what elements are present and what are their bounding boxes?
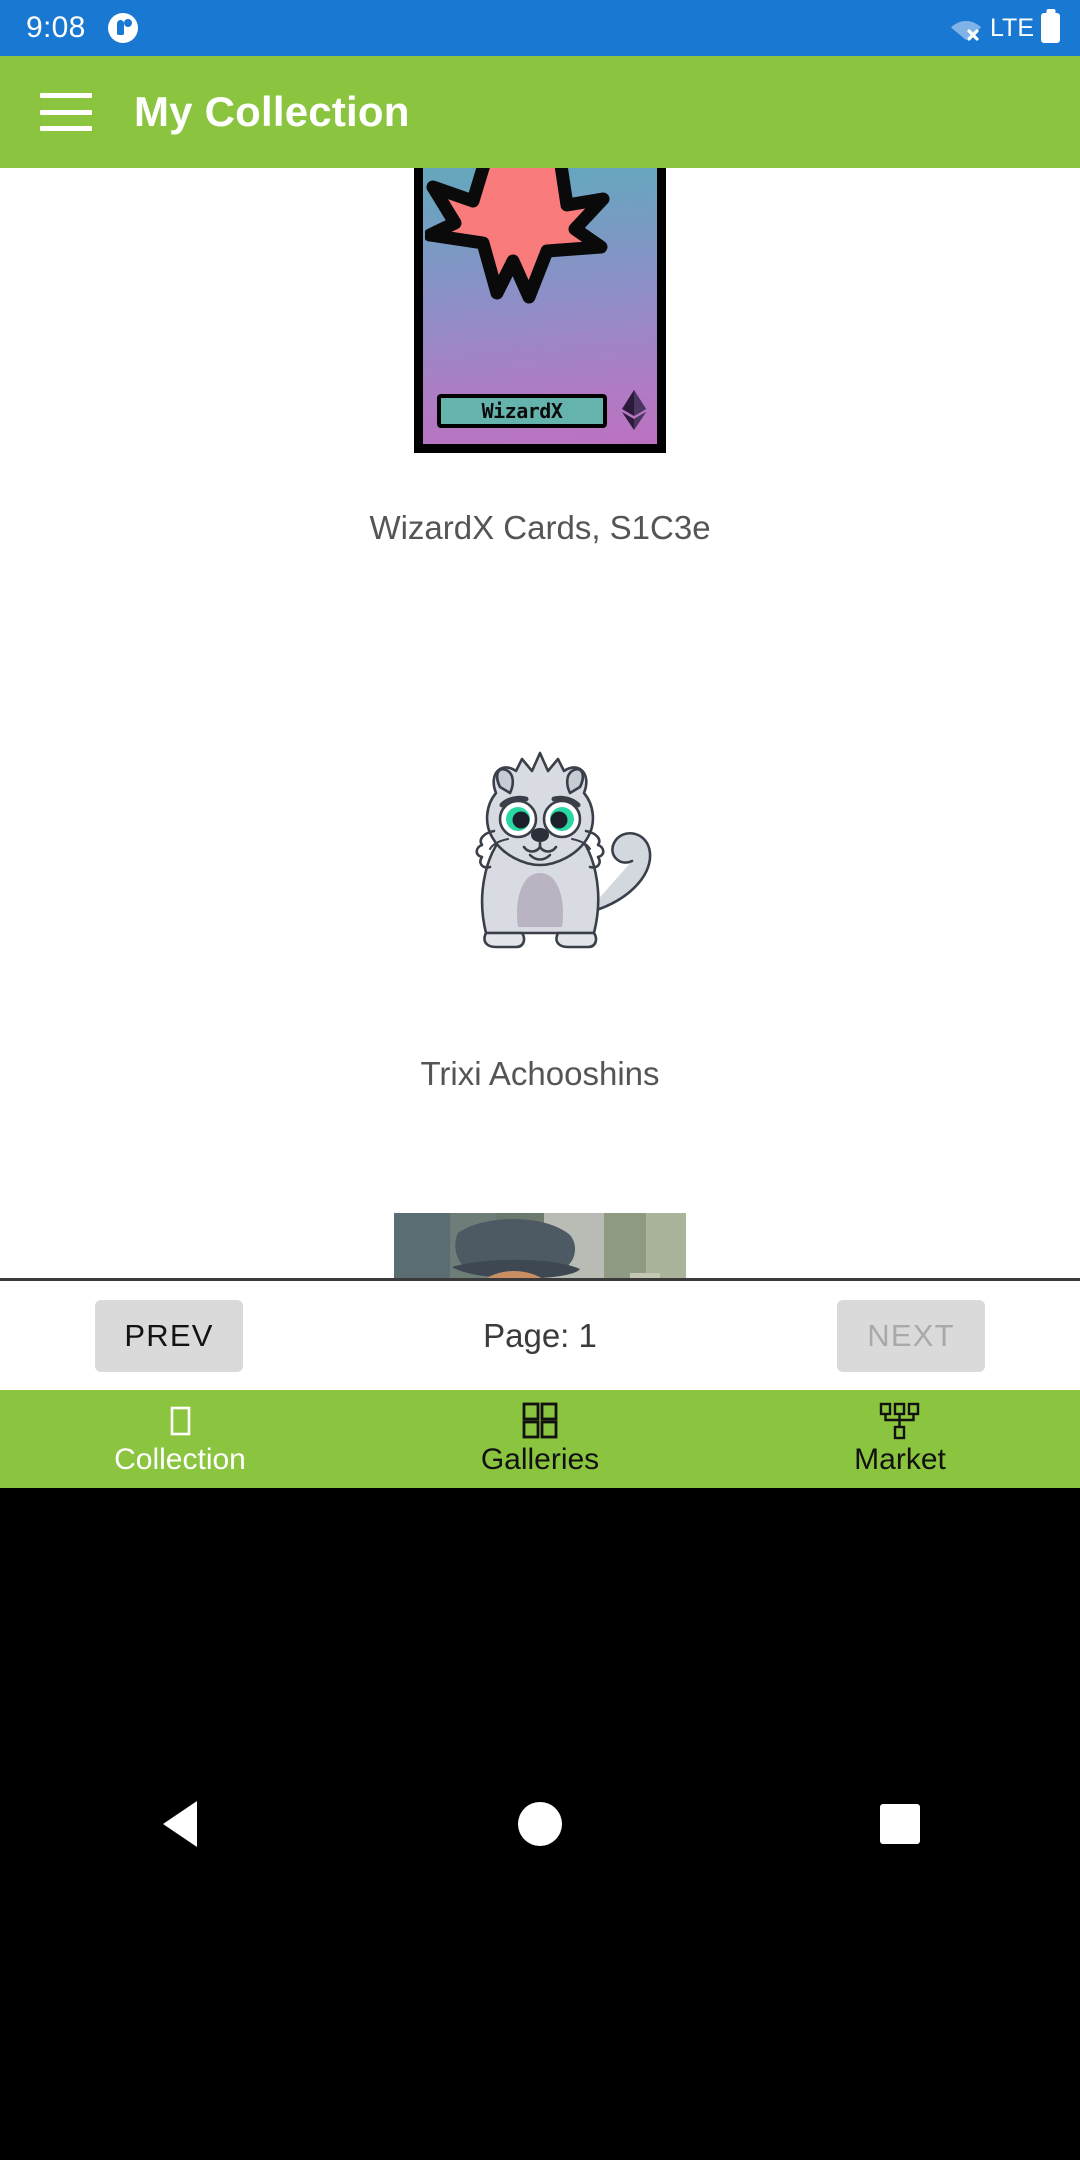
nav-item-galleries[interactable]: Galleries xyxy=(360,1390,720,1488)
list-item[interactable]: Trixi Achooshins xyxy=(0,687,1080,1093)
card-name-label: WizardX xyxy=(481,399,563,423)
next-page-button[interactable]: NEXT xyxy=(837,1299,985,1372)
card-nameplate: WizardX xyxy=(437,394,607,428)
prev-page-button[interactable]: PREV xyxy=(95,1299,243,1372)
wizardx-card-artwork[interactable]: WizardX xyxy=(414,168,666,453)
page-label-text: Page: xyxy=(483,1316,570,1354)
battery-icon xyxy=(1041,13,1060,43)
network-type-label: LTE xyxy=(990,13,1034,42)
page-number-value: 1 xyxy=(578,1316,597,1354)
app-bar: My Collection xyxy=(0,56,1080,168)
nav-label-market: Market xyxy=(854,1443,946,1476)
status-clock: 9:08 xyxy=(26,11,86,44)
page-title: My Collection xyxy=(134,88,410,135)
list-item[interactable] xyxy=(0,1213,1080,1278)
app-notification-icon xyxy=(107,13,138,43)
pagination-bar: PREV Page: 1 NEXT xyxy=(0,1278,1080,1390)
list-item[interactable]: WizardX WizardX Cards, S1C3e xyxy=(0,168,1080,547)
list-item-caption: Trixi Achooshins xyxy=(420,1055,660,1092)
ethereum-diamond-icon xyxy=(622,390,646,430)
grid-four-squares-icon xyxy=(518,1402,562,1439)
list-item-caption: WizardX Cards, S1C3e xyxy=(369,509,711,546)
status-bar-right: LTE xyxy=(949,13,1060,43)
recents-square-icon[interactable] xyxy=(840,1764,960,1884)
home-circle-icon[interactable] xyxy=(480,1764,600,1884)
painting-image xyxy=(394,1213,686,1278)
nav-item-collection[interactable]: Collection xyxy=(0,1390,360,1488)
cat-illustration-icon xyxy=(475,751,652,949)
bottom-navigation-bar: Collection Galleries Market xyxy=(0,1390,1080,1488)
nav-item-market[interactable]: Market xyxy=(720,1390,1080,1488)
back-triangle-icon[interactable] xyxy=(120,1764,240,1884)
oil-painting-artwork[interactable] xyxy=(394,1213,686,1278)
wizard-figure-icon xyxy=(425,168,610,304)
page-indicator: Page: 1 xyxy=(483,1317,597,1355)
status-bar: 9:08 LTE xyxy=(0,0,1080,56)
collection-list[interactable]: WizardX WizardX Cards, S1C3e Trixi Achoo… xyxy=(0,168,1080,1278)
nav-label-galleries: Galleries xyxy=(480,1443,600,1476)
android-system-navigation xyxy=(0,1488,1080,2160)
status-bar-left: 9:08 xyxy=(26,11,138,45)
hamburger-menu-icon[interactable] xyxy=(40,93,92,131)
cryptokitty-artwork[interactable] xyxy=(260,687,820,1017)
single-square-icon xyxy=(165,1403,195,1439)
hierarchy-tree-icon xyxy=(875,1402,925,1440)
wifi-off-icon xyxy=(949,14,983,42)
nav-label-collection: Collection xyxy=(114,1443,246,1476)
